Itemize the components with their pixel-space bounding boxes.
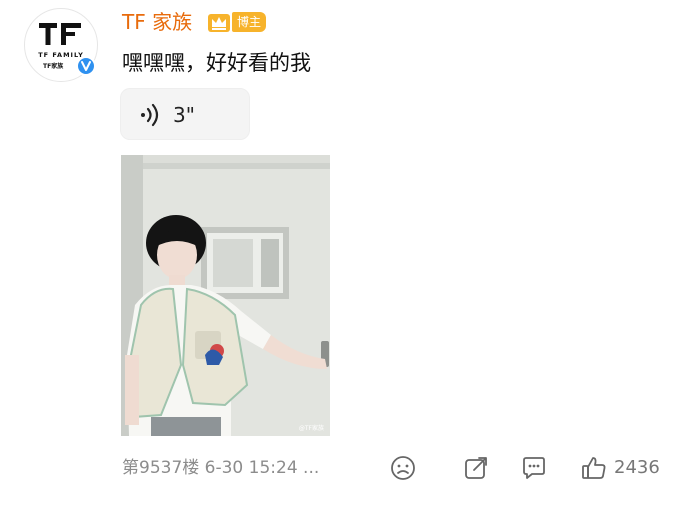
like-count: 2436 — [614, 457, 660, 478]
voice-wave-icon — [141, 103, 159, 127]
blogger-badge: 博主 — [232, 12, 267, 32]
photo-illustration — [121, 155, 330, 436]
tf-logo-icon — [39, 23, 81, 45]
verified-icon — [76, 56, 96, 76]
avatar-logo-cn: TF家族 — [43, 63, 64, 70]
post-photo[interactable]: @TF家族 — [121, 155, 330, 436]
voice-message[interactable]: 3" — [120, 88, 250, 140]
comment-icon[interactable] — [520, 454, 548, 482]
image-watermark: @TF家族 — [298, 425, 324, 432]
like-thumb-icon[interactable] — [580, 454, 608, 482]
post-text: 嘿嘿嘿，好好看的我 — [122, 51, 311, 75]
voice-duration: 3" — [173, 103, 195, 127]
crown-icon — [208, 14, 230, 32]
username[interactable]: TF 家族 — [122, 8, 192, 36]
emoji-face-icon[interactable] — [389, 454, 417, 482]
share-icon[interactable] — [462, 454, 490, 482]
post-footer: 第9537楼 6-30 15:24 ... 2436 — [0, 452, 690, 486]
floor-info: 第9537楼 6-30 15:24 ... — [122, 458, 320, 478]
